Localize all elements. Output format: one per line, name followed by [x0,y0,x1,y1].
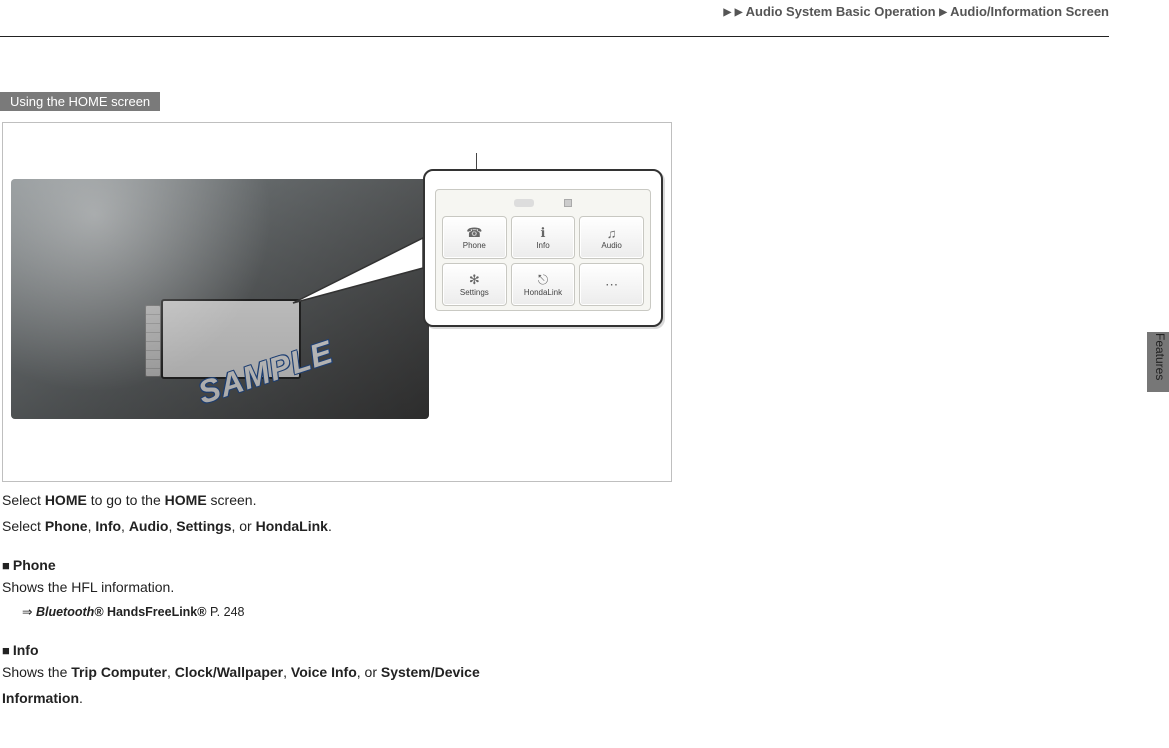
home-tile-grid: ☎ Phone ℹ Info ♫ Audio ✻ Settings ⎋ Ho [440,212,646,306]
arrow-icon [22,605,36,619]
section-title-text: Using the HOME screen [10,94,150,109]
phone-icon: ☎ [465,225,483,241]
link-icon: ⎋ [534,272,552,288]
clock-wallpaper-term: Clock/Wallpaper [175,664,283,680]
tile-info: ℹ Info [511,216,576,259]
text: , [121,518,129,534]
phone-description: Shows the HFL information. [2,577,822,599]
information-term: Information [2,690,79,706]
status-indicator [514,199,534,207]
text: Select [2,518,45,534]
phone-crossref: Bluetooth® HandsFreeLink® P. 248 [2,603,822,622]
tile-hondalink: ⎋ HondaLink [511,263,576,306]
instruction-line-1: Select HOME to go to the HOME screen. [2,490,822,512]
tile-phone: ☎ Phone [442,216,507,259]
voice-info-term: Voice Info [291,664,357,680]
tile-label: Phone [463,241,486,250]
trip-computer-term: Trip Computer [71,664,167,680]
section-title-tab: Using the HOME screen [0,92,160,111]
phone-term: Phone [45,518,88,534]
horizontal-rule [0,36,1109,37]
gear-icon: ✻ [465,272,483,288]
text: . [79,690,83,706]
breadcrumb-section-2: Audio/Information Screen [950,4,1109,19]
text: to go to the [87,492,165,508]
info-term: Info [95,518,121,534]
text: . [328,518,332,534]
text: Select [2,492,45,508]
text: Shows the [2,664,71,680]
instruction-line-2: Select Phone, Info, Audio, Settings, or … [2,516,822,538]
text: , or [357,664,381,680]
home-screen-callout: ☎ Phone ℹ Info ♫ Audio ✻ Settings ⎋ Ho [423,169,663,327]
tile-audio: ♫ Audio [579,216,644,259]
triangle-icon: ▶ [735,7,743,18]
home-term: HOME [165,492,207,508]
audio-term: Audio [129,518,169,534]
bluetooth-term: Bluetooth® [36,605,104,619]
body-text: Select HOME to go to the HOME screen. Se… [2,490,822,713]
text: screen. [207,492,257,508]
music-note-icon: ♫ [603,225,621,241]
triangle-icon: ▶ [939,7,947,18]
tile-empty: ⋯ [579,263,644,306]
head-unit-screen [161,299,301,379]
placeholder-icon: ⋯ [603,277,621,293]
hondalink-term: HondaLink [256,518,328,534]
page-ref: P. 248 [206,605,244,619]
tile-settings: ✻ Settings [442,263,507,306]
callout-leader-line [293,238,423,239]
figure-container: SAMPLE ☎ Phone ℹ Info ♫ [2,122,672,482]
home-term: HOME [45,492,87,508]
tile-label: Info [536,241,549,250]
info-icon: ℹ [534,225,552,241]
text: , or [231,518,255,534]
breadcrumb-section-1: Audio System Basic Operation [746,4,936,19]
handsfreelink-term: HandsFreeLink® [103,605,206,619]
status-indicator [564,199,572,207]
tile-label: Settings [460,288,489,297]
system-device-term: System/Device [381,664,480,680]
info-description-line-2: Information. [2,688,822,710]
callout-inner: ☎ Phone ℹ Info ♫ Audio ✻ Settings ⎋ Ho [435,189,651,311]
sample-watermark: SAMPLE [194,333,338,411]
tile-label: Audio [601,241,621,250]
info-description-line-1: Shows the Trip Computer, Clock/Wallpaper… [2,662,822,684]
text: , [283,664,291,680]
side-section-label: Features [1147,332,1167,380]
triangle-icon: ▶ [723,7,731,18]
subheading-phone: Phone [2,555,822,577]
text: , [167,664,175,680]
status-bar [440,194,646,212]
breadcrumb: ▶ ▶ Audio System Basic Operation ▶ Audio… [723,4,1109,19]
tile-label: HondaLink [524,288,562,297]
settings-term: Settings [176,518,231,534]
subheading-info: Info [2,640,822,662]
